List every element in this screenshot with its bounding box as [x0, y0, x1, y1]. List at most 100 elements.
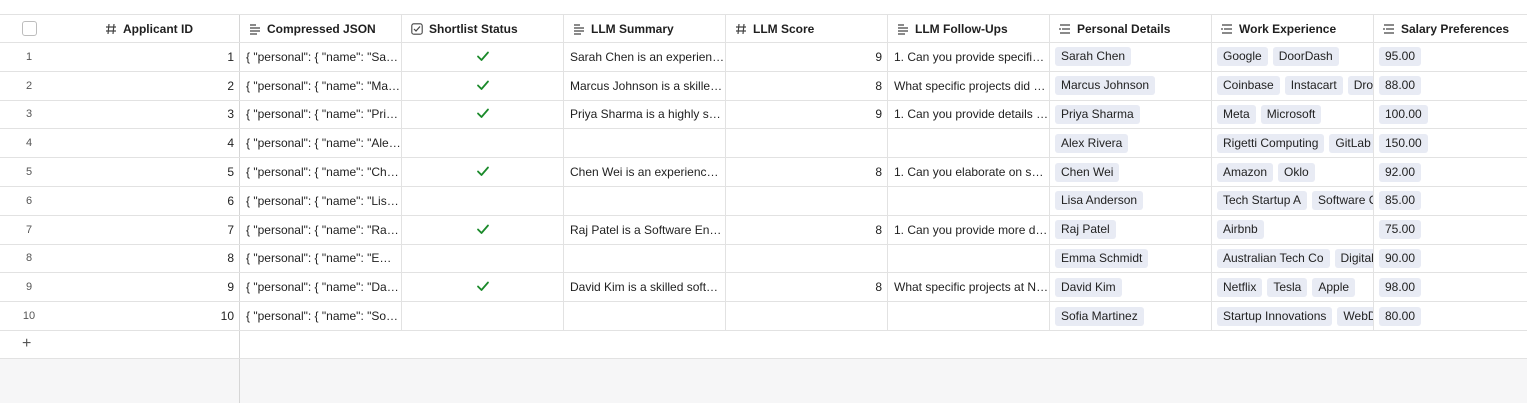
- table-row[interactable]: 9 9 { "personal": { "name": "David Kim" Dav…: [0, 273, 1527, 303]
- cell-shortlist-status[interactable]: [402, 71, 564, 100]
- cell-personal-details[interactable]: Priya Sharma: [1050, 100, 1212, 129]
- cell-personal-details[interactable]: Sarah Chen: [1050, 43, 1212, 71]
- cell-applicant-id[interactable]: 9: [58, 273, 240, 302]
- cell-work-experience[interactable]: Meta Microsoft: [1212, 100, 1374, 129]
- table-row[interactable]: 5 5 { "personal": { "name": "Chen Wei" Chen…: [0, 158, 1527, 187]
- cell-work-experience[interactable]: Amazon Oklo: [1212, 158, 1374, 186]
- cell-llm-followups[interactable]: [888, 186, 1050, 215]
- cell-llm-summary[interactable]: [564, 302, 726, 330]
- cell-shortlist-status[interactable]: [402, 43, 564, 71]
- cell-compressed-json[interactable]: { "personal": { "name": "Chen Wei": [240, 158, 402, 186]
- table-row[interactable]: 10 10 { "personal": { "name": "Sofia Marti…: [0, 302, 1527, 331]
- cell-llm-followups[interactable]: 1. Can you provide details about: [888, 100, 1050, 129]
- cell-salary-preferences[interactable]: 85.00: [1374, 187, 1527, 215]
- cell-work-experience[interactable]: Airbnb: [1212, 215, 1374, 244]
- cell-salary-preferences[interactable]: 88.00: [1374, 72, 1527, 100]
- cell-llm-score[interactable]: [726, 302, 888, 330]
- cell-shortlist-status[interactable]: [402, 215, 564, 244]
- cell-compressed-json[interactable]: { "personal": { "name": "Priya Sharma": [240, 100, 402, 129]
- cell-llm-score[interactable]: [726, 186, 888, 215]
- cell-llm-score[interactable]: 9: [726, 100, 888, 129]
- cell-applicant-id[interactable]: 8: [58, 244, 240, 273]
- cell-work-experience[interactable]: Startup InnovationsWebDev Co: [1212, 302, 1374, 330]
- cell-llm-summary[interactable]: Sarah Chen is an experienced engineer: [564, 43, 726, 71]
- column-header-llm-summary[interactable]: LLM Summary: [564, 15, 726, 42]
- cell-llm-summary[interactable]: [564, 186, 726, 215]
- cell-salary-preferences[interactable]: 100.00: [1374, 101, 1527, 129]
- cell-compressed-json[interactable]: { "personal": { "name": "Sarah Chen": [240, 43, 402, 71]
- cell-applicant-id[interactable]: 5: [58, 158, 240, 186]
- cell-llm-summary[interactable]: Raj Patel is a Software Engineer: [564, 215, 726, 244]
- cell-personal-details[interactable]: Raj Patel: [1050, 215, 1212, 244]
- table-row[interactable]: 4 4 { "personal": { "name": "Alex Rivera" A…: [0, 129, 1527, 159]
- cell-salary-preferences[interactable]: 92.00: [1374, 158, 1527, 186]
- cell-llm-summary[interactable]: Marcus Johnson is a skilled engineer: [564, 71, 726, 100]
- cell-llm-score[interactable]: 8: [726, 158, 888, 186]
- cell-llm-followups[interactable]: [888, 302, 1050, 330]
- cell-llm-score[interactable]: 8: [726, 273, 888, 302]
- cell-llm-followups[interactable]: [888, 129, 1050, 158]
- cell-applicant-id[interactable]: 4: [58, 129, 240, 158]
- cell-salary-preferences[interactable]: 75.00: [1374, 216, 1527, 244]
- cell-personal-details[interactable]: Marcus Johnson: [1050, 71, 1212, 100]
- cell-llm-score[interactable]: [726, 129, 888, 158]
- cell-salary-preferences[interactable]: 90.00: [1374, 245, 1527, 273]
- cell-llm-summary[interactable]: [564, 244, 726, 273]
- cell-shortlist-status[interactable]: [402, 100, 564, 129]
- column-header-applicant-id[interactable]: Applicant ID: [58, 15, 240, 42]
- table-row[interactable]: 8 8 { "personal": { "name": "Emma Schmidt"…: [0, 244, 1527, 274]
- table-row[interactable]: 1 1 { "personal": { "name": "Sarah Chen" Sa…: [0, 43, 1527, 72]
- cell-compressed-json[interactable]: { "personal": { "name": "Lisa Anderson": [240, 186, 402, 215]
- column-header-salary-preferences[interactable]: Salary Preferences: [1374, 15, 1527, 42]
- cell-shortlist-status[interactable]: [402, 186, 564, 215]
- table-row[interactable]: 2 2 { "personal": { "name": "Marcus Johnso…: [0, 71, 1527, 101]
- cell-compressed-json[interactable]: { "personal": { "name": "Raj Patel": [240, 215, 402, 244]
- cell-llm-summary[interactable]: Priya Sharma is a highly skilled enginee…: [564, 100, 726, 129]
- cell-salary-preferences[interactable]: 98.00: [1374, 273, 1527, 301]
- select-all-cell[interactable]: [0, 15, 58, 42]
- cell-compressed-json[interactable]: { "personal": { "name": "Emma Schmidt": [240, 244, 402, 273]
- cell-compressed-json[interactable]: { "personal": { "name": "Sofia Martinez": [240, 302, 402, 330]
- cell-llm-summary[interactable]: Chen Wei is an experienced engineer: [564, 158, 726, 186]
- cell-compressed-json[interactable]: { "personal": { "name": "David Kim": [240, 273, 402, 302]
- cell-shortlist-status[interactable]: [402, 302, 564, 330]
- cell-work-experience[interactable]: Rigetti Computing GitLab: [1212, 129, 1374, 158]
- table-row[interactable]: 6 6 { "personal": { "name": "Lisa Anderson…: [0, 186, 1527, 216]
- cell-shortlist-status[interactable]: [402, 129, 564, 158]
- cell-shortlist-status[interactable]: [402, 273, 564, 302]
- cell-personal-details[interactable]: Sofia Martinez: [1050, 302, 1212, 330]
- cell-work-experience[interactable]: CoinbaseInstacartDropbox: [1212, 71, 1374, 100]
- cell-llm-followups[interactable]: [888, 244, 1050, 273]
- cell-llm-score[interactable]: 9: [726, 43, 888, 71]
- cell-llm-followups[interactable]: What specific projects at Netflix: [888, 273, 1050, 302]
- cell-personal-details[interactable]: Chen Wei: [1050, 158, 1212, 186]
- cell-llm-followups[interactable]: 1. Can you provide more details: [888, 215, 1050, 244]
- cell-llm-score[interactable]: 8: [726, 71, 888, 100]
- cell-compressed-json[interactable]: { "personal": { "name": "Alex Rivera": [240, 129, 402, 158]
- cell-work-experience[interactable]: Australian Tech CoDigital Agency: [1212, 244, 1374, 273]
- cell-personal-details[interactable]: David Kim: [1050, 273, 1212, 302]
- cell-work-experience[interactable]: Netflix Tesla Apple: [1212, 273, 1374, 302]
- cell-work-experience[interactable]: Google DoorDash: [1212, 43, 1374, 71]
- cell-llm-summary[interactable]: [564, 129, 726, 158]
- column-header-shortlist-status[interactable]: Shortlist Status: [402, 15, 564, 42]
- add-row-button[interactable]: +: [0, 330, 240, 358]
- cell-applicant-id[interactable]: 6: [58, 186, 240, 215]
- cell-personal-details[interactable]: Emma Schmidt: [1050, 244, 1212, 273]
- select-all-checkbox[interactable]: [21, 21, 37, 36]
- cell-applicant-id[interactable]: 3: [58, 100, 240, 129]
- column-header-llm-followups[interactable]: LLM Follow-Ups: [888, 15, 1050, 42]
- cell-salary-preferences[interactable]: 95.00: [1374, 43, 1527, 71]
- cell-applicant-id[interactable]: 2: [58, 71, 240, 100]
- column-header-compressed-json[interactable]: Compressed JSON: [240, 15, 402, 42]
- table-row[interactable]: 3 3 { "personal": { "name": "Priya Sharma"…: [0, 100, 1527, 130]
- cell-shortlist-status[interactable]: [402, 158, 564, 186]
- cell-shortlist-status[interactable]: [402, 244, 564, 273]
- column-header-personal-details[interactable]: Personal Details: [1050, 15, 1212, 42]
- cell-llm-score[interactable]: 8: [726, 215, 888, 244]
- cell-applicant-id[interactable]: 10: [58, 302, 240, 330]
- cell-llm-followups[interactable]: What specific projects did you lead: [888, 71, 1050, 100]
- cell-work-experience[interactable]: Tech Startup ASoftware Co: [1212, 186, 1374, 215]
- cell-applicant-id[interactable]: 7: [58, 215, 240, 244]
- cell-llm-summary[interactable]: David Kim is a skilled software engineer: [564, 273, 726, 302]
